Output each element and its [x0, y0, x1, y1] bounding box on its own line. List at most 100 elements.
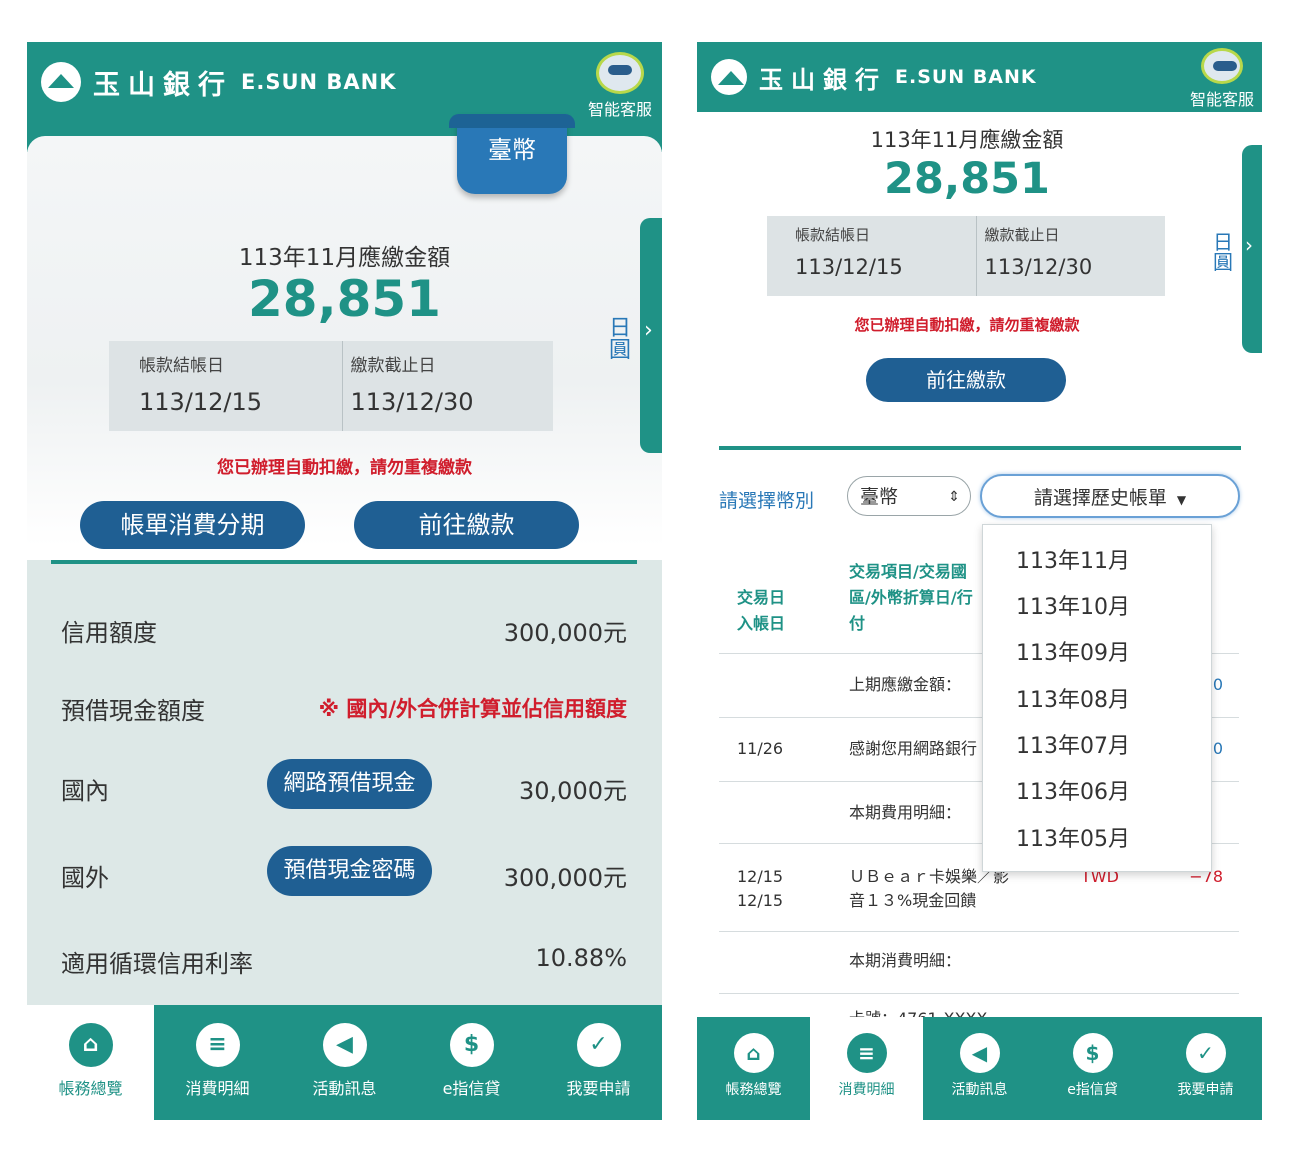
autopay-notice: 您已辦理自動扣繳，請勿重複繳款 [217, 458, 472, 478]
currency-side-tab[interactable]: › [640, 218, 662, 453]
currency-side-tab[interactable]: › [1242, 145, 1262, 353]
bank-logo: 玉山銀行 E.SUN BANK [711, 59, 1037, 95]
due-date-label: 繳款截止日 [984, 226, 1060, 244]
due-date: 繳款截止日 113/12/30 [341, 341, 554, 431]
nav-label: 帳務總覽 [725, 1082, 782, 1098]
home-icon: ⌂ [733, 1033, 774, 1073]
statement-date: 帳款結帳日 113/12/15 [109, 341, 342, 431]
row-item: 卡號：4761-XXXX [849, 1007, 987, 1017]
nav-label: 活動訊息 [312, 1079, 377, 1098]
domestic-row: 國內 網路預借現金 30,000元 [61, 759, 627, 811]
left-screen: 玉山銀行 E.SUN BANK 智能客服 113年11月應繳金額 28,851 … [27, 42, 662, 1120]
statement-date-label: 帳款結帳日 [139, 356, 224, 376]
cash-advance-pin-button[interactable]: 預借現金密碼 [267, 846, 432, 896]
nav-transactions[interactable]: ≡ 消費明細 [154, 1005, 281, 1120]
nav-loan[interactable]: $ e指信貸 [408, 1005, 535, 1120]
due-title: 113年11月應繳金額 [238, 245, 451, 271]
bank-name-en: E.SUN BANK [895, 66, 1037, 88]
dropdown-option[interactable]: 113年07月 [1016, 728, 1130, 760]
col-date-header-line: 入帳日 [737, 614, 786, 633]
dropdown-option[interactable]: 113年08月 [1016, 682, 1130, 714]
nav-apply[interactable]: ✓ 我要申請 [1149, 1017, 1262, 1120]
statement-date-value: 113/12/15 [795, 255, 903, 279]
row-amount: 0 [1212, 739, 1223, 758]
credit-info: 信用額度 300,000元 預借現金額度 ※ 國內/外合併計算並佔信用額度 國內… [27, 560, 662, 1007]
row-date-2: 12/15 [737, 891, 784, 910]
interest-rate-row: 適用循環信用利率 10.88% [61, 944, 627, 984]
nav-promotions[interactable]: ◀ 活動訊息 [923, 1017, 1036, 1120]
cash-advance-label: 預借現金額度 [61, 697, 205, 725]
nav-label: 我要申請 [566, 1079, 631, 1098]
foreign-value: 300,000元 [503, 864, 627, 892]
home-icon: ⌂ [68, 1023, 113, 1067]
col-item-header-line: 區/外幣折算日/行 [849, 588, 973, 607]
due-amount: 28,851 [884, 154, 1050, 204]
col-date-header-line: 交易日 [737, 588, 786, 607]
currency-filter-label: 請選擇幣別 [719, 490, 815, 512]
col-date-header: 交易日 入帳日 [737, 585, 785, 637]
online-cash-advance-button[interactable]: 網路預借現金 [267, 759, 432, 809]
history-bill-select[interactable]: 請選擇歷史帳單 ▼ [980, 474, 1240, 518]
dropdown-option[interactable]: 113年10月 [1016, 589, 1130, 621]
currency-tab[interactable]: 臺幣 [449, 114, 575, 194]
due-amount: 28,851 [248, 270, 441, 328]
chevron-right-icon: › [644, 318, 653, 343]
megaphone-icon: ◀ [322, 1023, 367, 1067]
divider [719, 446, 1241, 450]
cash-advance-note: ※ 國內/外合併計算並佔信用額度 [318, 697, 627, 721]
nav-account-overview[interactable]: ⌂ 帳務總覽 [27, 1005, 154, 1120]
pay-button[interactable]: 前往繳款 [866, 358, 1066, 402]
nav-loan[interactable]: $ e指信貸 [1036, 1017, 1149, 1120]
installment-button[interactable]: 帳單消費分期 [80, 501, 305, 549]
row-amount: 0 [1212, 675, 1223, 694]
bank-name-zh: 玉山銀行 [93, 69, 233, 101]
pay-button[interactable]: 前往繳款 [354, 501, 579, 549]
smart-service-label: 智能客服 [1189, 90, 1254, 109]
divider [51, 560, 637, 564]
smart-service-button[interactable]: 智能客服 [588, 52, 652, 120]
nav-label: 消費明細 [185, 1079, 250, 1098]
nav-apply[interactable]: ✓ 我要申請 [535, 1005, 662, 1120]
row-item: 感謝您用網路銀行 [849, 739, 978, 758]
bank-name-en: E.SUN BANK [241, 70, 397, 94]
date-box: 帳款結帳日 113/12/15 繳款截止日 113/12/30 [767, 216, 1165, 296]
row-item: 上期應繳金額： [849, 675, 962, 694]
bank-name-zh: 玉山銀行 [759, 65, 887, 94]
dropdown-option[interactable]: 113年11月 [1016, 543, 1130, 575]
list-icon: ≡ [846, 1033, 887, 1073]
caret-down-icon: ▼ [1176, 493, 1187, 507]
foreign-label: 國外 [61, 864, 109, 892]
smart-service-button[interactable]: 智能客服 [1190, 48, 1254, 110]
check-icon: ✓ [576, 1023, 621, 1067]
dropdown-option[interactable]: 113年06月 [1016, 774, 1130, 806]
dropdown-option[interactable]: 113年05月 [1016, 821, 1130, 853]
statement-date: 帳款結帳日 113/12/15 [767, 216, 976, 296]
cash-advance-row: 預借現金額度 ※ 國內/外合併計算並佔信用額度 [61, 691, 627, 731]
nav-label: e指信貸 [442, 1079, 501, 1098]
bottom-nav: ⌂ 帳務總覽 ≡ 消費明細 ◀ 活動訊息 $ e指信貸 ✓ 我要申請 [697, 1017, 1262, 1120]
header: 玉山銀行 E.SUN BANK 智能客服 [697, 42, 1262, 112]
side-currency-label[interactable]: 日圓 [609, 318, 631, 362]
chevron-updown-icon: ⇕ [948, 489, 960, 505]
credit-limit-label: 信用額度 [61, 619, 157, 647]
col-item-header-line: 交易項目/交易國 [849, 562, 967, 581]
due-date-value: 113/12/30 [350, 388, 474, 416]
credit-limit-value: 300,000元 [503, 619, 627, 647]
nav-transactions[interactable]: ≡ 消費明細 [810, 1017, 923, 1120]
history-bill-dropdown: 113年11月 113年10月 113年09月 113年08月 113年07月 … [982, 524, 1212, 872]
table-row[interactable]: 本期消費明細： [719, 931, 1239, 994]
side-currency-label[interactable]: 日圓 [1212, 232, 1234, 272]
credit-limit-row: 信用額度 300,000元 [61, 613, 627, 653]
col-item-header: 交易項目/交易國 區/外幣折算日/行 付 [849, 559, 989, 637]
currency-select[interactable]: 臺幣 ⇕ [847, 476, 971, 516]
row-date: 11/26 [737, 739, 784, 758]
nav-label: 帳務總覽 [58, 1079, 123, 1098]
nav-account-overview[interactable]: ⌂ 帳務總覽 [697, 1017, 810, 1120]
nav-promotions[interactable]: ◀ 活動訊息 [281, 1005, 408, 1120]
right-screen: 玉山銀行 E.SUN BANK 智能客服 113年11月應繳金額 28,851 … [697, 42, 1262, 1120]
nav-label: 消費明細 [838, 1082, 895, 1098]
table-row[interactable]: 卡號：4761-XXXX [719, 993, 1239, 1017]
due-date-value: 113/12/30 [984, 255, 1093, 279]
dropdown-option[interactable]: 113年09月 [1016, 635, 1130, 667]
dollar-icon: $ [1072, 1033, 1113, 1073]
